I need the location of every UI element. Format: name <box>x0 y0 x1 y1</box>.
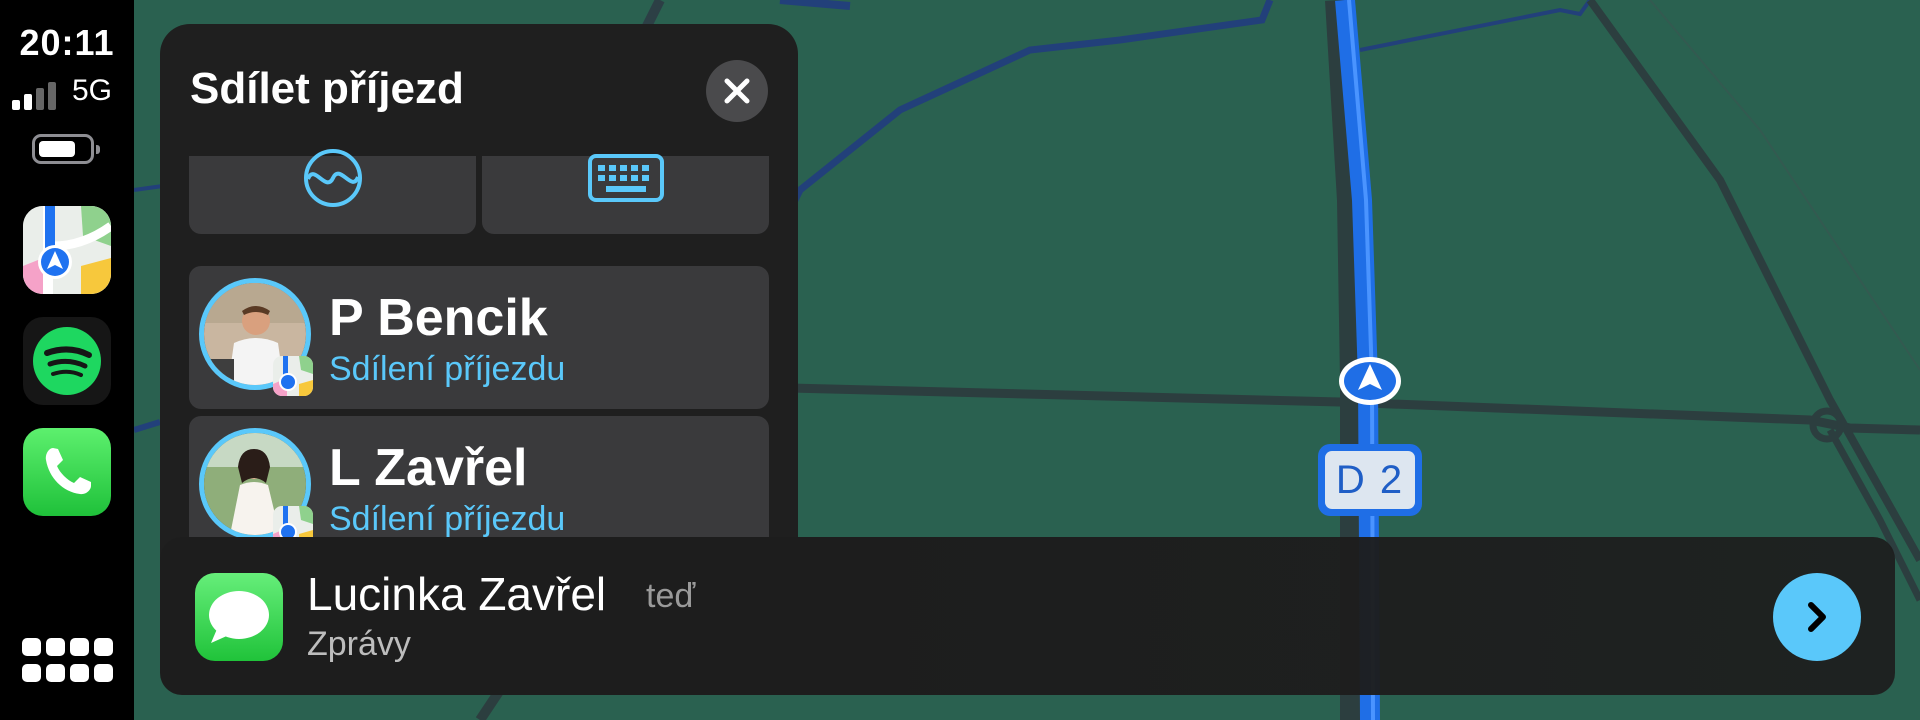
network-type: 5G <box>72 74 113 107</box>
messages-icon <box>195 573 283 661</box>
notification-sender: Lucinka Zavřel <box>307 568 607 620</box>
maps-app-icon[interactable] <box>23 206 111 294</box>
close-icon <box>724 78 750 104</box>
contact-row[interactable]: P Bencik Sdílení příjezdu <box>189 266 769 409</box>
contact-name: L Zavřel <box>329 439 528 497</box>
signal-strength-icon <box>12 80 68 110</box>
siri-icon <box>303 149 362 207</box>
contact-name: P Bencik <box>329 289 548 347</box>
maps-badge-icon <box>273 356 313 396</box>
road-shield-label: D 2 <box>1325 451 1415 509</box>
open-notification-button[interactable] <box>1773 573 1861 661</box>
notification-app-name: Zprávy <box>307 625 411 663</box>
app-grid-icon[interactable] <box>22 638 114 684</box>
panel-title: Sdílet příjezd <box>190 64 464 113</box>
siri-button[interactable] <box>189 149 476 234</box>
battery-icon <box>32 134 100 164</box>
clock: 20:11 <box>19 22 115 63</box>
phone-app-icon[interactable] <box>23 428 111 516</box>
notification-time: teď <box>646 577 696 615</box>
chevron-right-icon <box>1808 602 1826 632</box>
contact-subtitle: Sdílení příjezdu <box>329 500 566 538</box>
location-puck-icon <box>1338 356 1402 406</box>
close-button[interactable] <box>706 60 768 122</box>
contact-subtitle: Sdílení příjezdu <box>329 350 566 388</box>
spotify-app-icon[interactable] <box>23 317 111 405</box>
road-shield: D 2 <box>1318 444 1422 516</box>
message-notification[interactable]: Lucinka Zavřel teď Zprávy <box>160 537 1895 695</box>
carplay-dock: 20:11 5G <box>0 0 134 720</box>
keyboard-button[interactable] <box>482 154 769 234</box>
keyboard-icon <box>587 154 664 202</box>
